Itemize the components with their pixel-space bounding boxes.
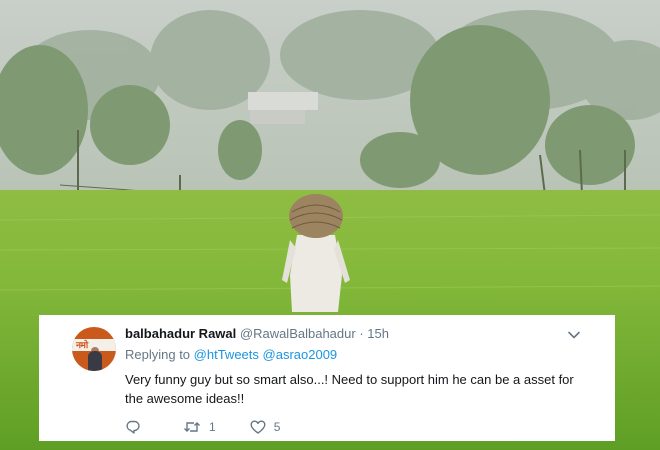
reply-icon: [126, 420, 140, 434]
timestamp[interactable]: 15h: [367, 326, 389, 341]
replying-to-label: Replying to: [125, 347, 191, 362]
mention-link-2[interactable]: @asrao2009: [263, 347, 338, 362]
user-handle[interactable]: @RawalBalbahadur: [240, 326, 356, 341]
separator: ·: [359, 326, 364, 341]
tweet-actions: 1 5: [125, 418, 314, 436]
avatar-text: नमो: [76, 340, 88, 350]
retweet-count: 1: [209, 420, 216, 434]
tweet-card[interactable]: नमो balbahadur Rawal @RawalBalbahadur · …: [39, 315, 615, 441]
tweet-text: Very funny guy but so smart also...! Nee…: [125, 372, 574, 406]
mention-link-1[interactable]: @htTweets: [194, 347, 259, 362]
heart-icon: [250, 420, 266, 434]
retweet-button[interactable]: 1: [183, 419, 216, 435]
like-button[interactable]: 5: [250, 419, 281, 435]
like-count: 5: [273, 420, 281, 434]
replying-to: Replying to @htTweets @asrao2009: [125, 346, 601, 363]
avatar[interactable]: नमो: [72, 327, 116, 371]
display-name[interactable]: balbahadur Rawal: [125, 326, 236, 341]
chevron-down-icon[interactable]: [567, 328, 581, 342]
avatar-person: [88, 351, 102, 371]
tweet-header: balbahadur Rawal @RawalBalbahadur · 15h: [125, 325, 601, 343]
reply-button[interactable]: [125, 419, 149, 435]
retweet-icon: [184, 422, 200, 432]
